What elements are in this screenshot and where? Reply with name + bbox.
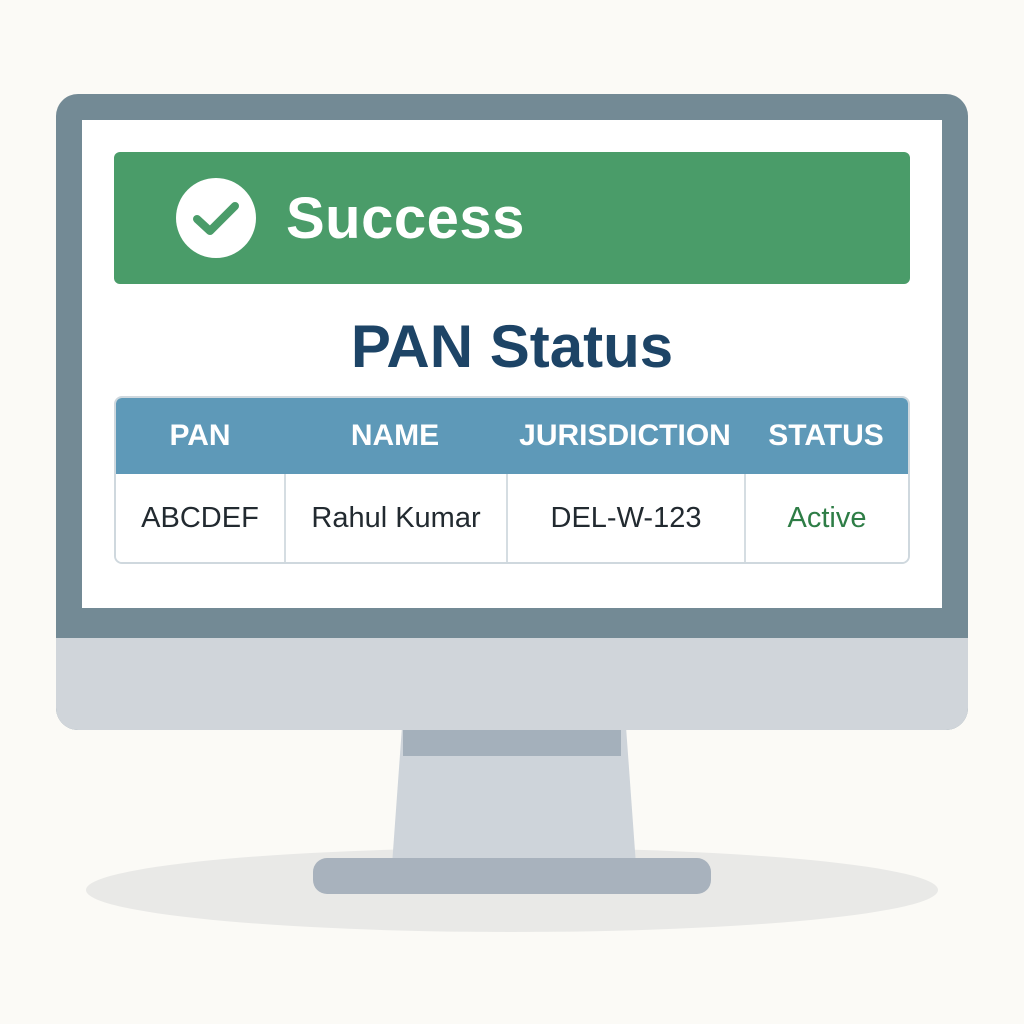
cell-status: Active [744,474,908,562]
success-banner: Success [114,152,910,284]
success-text: Success [286,185,525,251]
pan-status-table: PAN NAME JURISDICTION STATUS ABCDEF Rahu… [114,396,910,564]
page-title: PAN Status [350,313,674,380]
column-header-pan: PAN [169,419,231,452]
monitor-chin [56,638,968,730]
table-header-row: PAN NAME JURISDICTION STATUS [116,398,908,474]
monitor-stand-shadow [403,730,621,756]
column-header-name: NAME [350,419,440,452]
screen: Success PAN Status PAN NAME JURISDICTION… [82,120,942,608]
check-circle-icon [176,178,256,258]
cell-jurisdiction: DEL-W-123 [506,474,744,562]
cell-pan: ABCDEF [141,501,259,534]
column-header-status: STATUS [768,419,884,452]
column-header-jurisdiction: JURISDICTION [519,419,731,452]
monitor: Success PAN Status PAN NAME JURISDICTION… [56,94,968,730]
monitor-stand-base [313,858,711,894]
cell-name: Rahul Kumar [284,474,506,562]
table-row: ABCDEF Rahul Kumar DEL-W-123 Active [116,474,908,562]
scene: Success PAN Status PAN NAME JURISDICTION… [0,0,1024,1024]
